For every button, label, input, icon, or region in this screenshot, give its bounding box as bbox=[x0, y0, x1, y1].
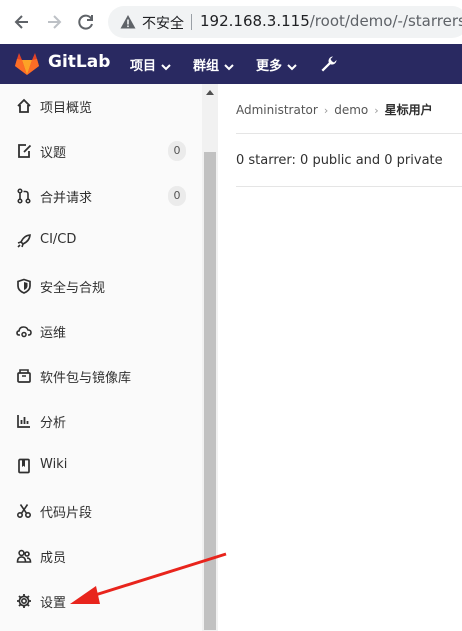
gitlab-logo-icon[interactable] bbox=[14, 52, 40, 76]
count-badge: 0 bbox=[168, 186, 186, 206]
sidebar-item-label: 软件包与镜像库 bbox=[40, 371, 132, 386]
sidebar-item-settings[interactable]: 设置 bbox=[0, 579, 202, 624]
menu-label: 群组 bbox=[193, 59, 220, 74]
sidebar-item-label: 设置 bbox=[40, 596, 67, 611]
gitlab-top-nav: GitLab 项目 群组 更多 bbox=[0, 44, 462, 84]
sidebar-item-label: 成员 bbox=[40, 551, 67, 566]
shield-icon bbox=[17, 278, 31, 294]
breadcrumb-administrator[interactable]: Administrator bbox=[236, 103, 318, 117]
warning-triangle-icon[interactable] bbox=[120, 14, 136, 30]
issues-icon bbox=[18, 144, 32, 158]
gear-icon bbox=[17, 594, 31, 608]
sidebar-item-label: 运维 bbox=[40, 326, 67, 341]
sidebar-item-label: 代码片段 bbox=[40, 506, 93, 521]
divider bbox=[236, 133, 462, 134]
url-path: /root/demo/-/starrers bbox=[309, 12, 462, 30]
url-host: 192.168.3.115 bbox=[200, 12, 310, 30]
sidebar-item-label: 分析 bbox=[40, 416, 67, 431]
scissors-icon bbox=[16, 504, 32, 519]
cloud-gear-icon bbox=[16, 326, 32, 338]
browser-toolbar: 不安全 192.168.3.115/root/demo/-/starrers bbox=[0, 0, 462, 44]
sidebar-item-label: 议题 bbox=[40, 146, 67, 161]
breadcrumb-separator-icon: › bbox=[374, 104, 379, 117]
url-text[interactable]: 192.168.3.115/root/demo/-/starrers bbox=[200, 12, 462, 30]
menu-projects[interactable]: 项目 bbox=[130, 55, 171, 74]
breadcrumb: Administrator › demo › 星标用户 bbox=[236, 101, 433, 118]
sidebar-item-label: 安全与合规 bbox=[40, 281, 106, 296]
breadcrumb-separator-icon: › bbox=[323, 104, 329, 117]
arrow-right-icon[interactable] bbox=[44, 12, 64, 32]
wrench-icon[interactable] bbox=[320, 55, 338, 73]
home-icon bbox=[17, 98, 31, 113]
sidebar-item-security-compliance[interactable]: 安全与合规 bbox=[0, 264, 202, 309]
sidebar-item-analytics[interactable]: 分析 bbox=[0, 399, 202, 444]
chart-icon bbox=[17, 415, 30, 428]
project-sidebar: 项目概览 议题 0 合并请求 0 CI/CD 安全与合规 运维 软件包与镜像库 … bbox=[0, 84, 218, 631]
sidebar-item-issues[interactable]: 议题 0 bbox=[0, 129, 202, 174]
count-badge: 0 bbox=[168, 141, 186, 161]
book-icon bbox=[18, 458, 30, 474]
sidebar-item-label: CI/CD bbox=[40, 232, 77, 247]
menu-label: 项目 bbox=[130, 59, 157, 74]
menu-label: 更多 bbox=[256, 59, 283, 74]
sidebar-item-ci-cd[interactable]: CI/CD bbox=[0, 219, 202, 264]
users-icon bbox=[16, 549, 32, 563]
sidebar-item-members[interactable]: 成员 bbox=[0, 534, 202, 579]
starrer-summary: 0 starrer: 0 public and 0 private bbox=[236, 153, 443, 168]
sidebar-item-project-overview[interactable]: 项目概览 bbox=[0, 84, 202, 129]
sidebar-item-operations[interactable]: 运维 bbox=[0, 309, 202, 354]
sidebar-item-label: Wiki bbox=[40, 457, 68, 472]
address-separator bbox=[191, 14, 192, 30]
main-content: Administrator › demo › 星标用户 0 starrer: 0 pub… bbox=[218, 84, 462, 631]
breadcrumb-demo[interactable]: demo bbox=[334, 103, 368, 117]
address-bar[interactable]: 不安全 192.168.3.115/root/demo/-/starrers bbox=[108, 6, 462, 38]
sidebar-item-label: 合并请求 bbox=[40, 191, 93, 206]
sidebar-item-snippets[interactable]: 代码片段 bbox=[0, 489, 202, 534]
merge-request-icon bbox=[17, 188, 31, 204]
chevron-down-icon bbox=[224, 63, 234, 70]
divider bbox=[236, 186, 462, 187]
sidebar-item-label: 项目概览 bbox=[40, 101, 93, 116]
arrow-left-icon[interactable] bbox=[12, 12, 32, 32]
rocket-icon bbox=[17, 234, 31, 248]
menu-groups[interactable]: 群组 bbox=[193, 55, 234, 74]
breadcrumb-current[interactable]: 星标用户 bbox=[385, 103, 433, 117]
sidebar-item-wiki[interactable]: Wiki bbox=[0, 444, 202, 489]
sidebar-item-merge-requests[interactable]: 合并请求 0 bbox=[0, 174, 202, 219]
scroll-up-arrow-icon[interactable] bbox=[206, 90, 214, 95]
sidebar-item-packages-registries[interactable]: 软件包与镜像库 bbox=[0, 354, 202, 399]
sidebar-scrollbar[interactable] bbox=[202, 84, 218, 631]
chevron-down-icon bbox=[287, 63, 297, 70]
security-label[interactable]: 不安全 bbox=[142, 13, 184, 33]
menu-more[interactable]: 更多 bbox=[256, 55, 297, 74]
chevron-down-icon bbox=[161, 63, 171, 70]
scroll-thumb[interactable] bbox=[204, 152, 216, 630]
package-icon bbox=[17, 369, 31, 383]
brand-name[interactable]: GitLab bbox=[48, 52, 110, 72]
reload-icon[interactable] bbox=[76, 12, 96, 32]
